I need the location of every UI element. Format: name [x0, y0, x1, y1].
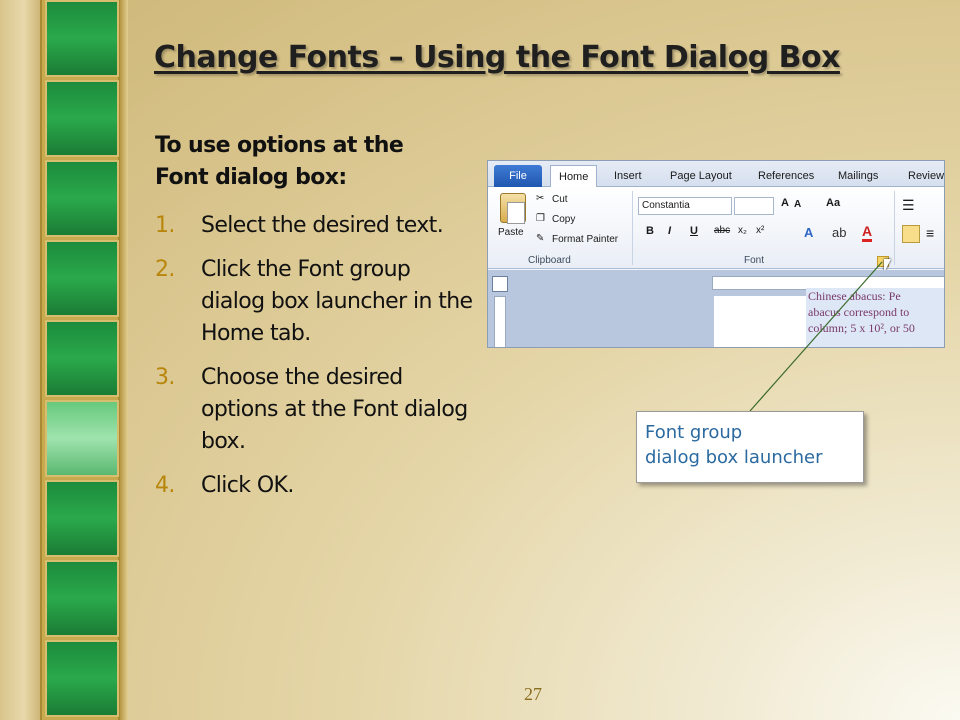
strip-edge [120, 0, 128, 720]
scissors-icon: ✂ [536, 193, 545, 204]
cut-label: Cut [552, 193, 568, 205]
lead-text: To use options at the Font dialog box: [155, 133, 404, 190]
step-number: 1. [155, 213, 175, 238]
copy-button[interactable]: ❐ Copy [536, 213, 575, 225]
font-color-icon[interactable]: A [862, 223, 873, 242]
paste-label: Paste [498, 227, 524, 238]
step-item: 3. Choose the desired options at the Font… [155, 362, 475, 458]
clipboard-group-label: Clipboard [528, 255, 571, 266]
brush-icon: ✎ [536, 233, 545, 244]
tab-page-layout[interactable]: Page Layout [662, 165, 740, 187]
decorative-film-strip [40, 0, 120, 720]
strip-cell [45, 160, 119, 237]
copy-icon: ❐ [536, 213, 545, 224]
ribbon-tab-bar: File Home Insert Page Layout References … [488, 161, 944, 187]
tab-home[interactable]: Home [550, 165, 598, 187]
document-text[interactable]: Chinese abacus: Pe abacus correspond to … [806, 288, 944, 347]
font-name-select[interactable]: Constantia [638, 197, 732, 215]
step-number: 4. [155, 473, 175, 498]
format-painter-button[interactable]: ✎ Format Painter [536, 233, 618, 245]
document-line: Chinese abacus: Pe [808, 289, 901, 303]
shrink-font-button[interactable]: A [794, 199, 801, 210]
slide-number: 27 [524, 684, 542, 704]
callout-box: Font group dialog box launcher [636, 411, 864, 483]
tab-insert[interactable]: Insert [606, 165, 650, 187]
slide-title: Change Fonts – Using the Font Dialog Box [154, 40, 840, 75]
bullets-icon[interactable]: ☰ [902, 197, 915, 214]
font-size-select[interactable] [734, 197, 774, 215]
clipboard-icon[interactable] [500, 193, 526, 224]
paste-button[interactable]: Paste [498, 227, 524, 238]
step-number: 3. [155, 365, 175, 390]
step-text: Click OK. [201, 473, 294, 498]
tab-file[interactable]: File [494, 165, 542, 187]
step-text: Select the desired text. [201, 213, 444, 238]
subscript-button[interactable]: x₂ [738, 225, 747, 236]
highlight-icon[interactable]: ab [832, 225, 846, 240]
strip-cell [45, 0, 119, 77]
group-divider [894, 191, 895, 265]
strip-cell [45, 80, 119, 157]
callout-line-1: Font group [645, 422, 743, 443]
ribbon-screenshot: File Home Insert Page Layout References … [487, 160, 945, 348]
vertical-ruler[interactable] [494, 296, 506, 347]
strip-cell [45, 560, 119, 637]
align-center-icon[interactable]: ≡ [926, 225, 934, 241]
tab-references[interactable]: References [750, 165, 822, 187]
step-item: 4. Click OK. [155, 470, 475, 502]
tab-review[interactable]: Review [900, 165, 944, 187]
strip-cell-highlight [45, 400, 119, 477]
callout-line-2: dialog box launcher [645, 447, 823, 468]
strip-cell [45, 320, 119, 397]
cut-button[interactable]: ✂ Cut [536, 193, 568, 205]
step-item: 2. Click the Font group dialog box launch… [155, 254, 475, 350]
step-text: Choose the desired options at the Font d… [201, 365, 468, 454]
underline-button[interactable]: U [690, 225, 698, 237]
document-line: abacus correspond to [808, 305, 910, 319]
document-page[interactable] [714, 296, 810, 347]
change-case-button[interactable]: Aa [826, 197, 840, 209]
group-divider [632, 191, 633, 265]
grow-font-button[interactable]: A [781, 197, 789, 209]
strikethrough-button[interactable]: abc [714, 225, 730, 236]
copy-label: Copy [552, 213, 576, 225]
step-item: 1. Select the desired text. [155, 210, 475, 242]
bold-button[interactable]: B [646, 225, 654, 237]
steps-list: 1. Select the desired text. 2. Click the F… [155, 210, 475, 514]
ribbon-groups: Paste ✂ Cut ❐ Copy ✎ Format Painter Clipboa… [488, 187, 944, 273]
tab-selector-button[interactable] [492, 276, 508, 292]
format-painter-label: Format Painter [552, 233, 619, 245]
strip-cell [45, 480, 119, 557]
italic-button[interactable]: I [668, 225, 671, 237]
callout-pointer-line [749, 261, 883, 412]
font-group-label: Font [744, 255, 765, 266]
step-number: 2. [155, 257, 175, 282]
text-effects-icon[interactable]: A [804, 225, 813, 240]
align-left-button[interactable] [902, 225, 920, 243]
superscript-button[interactable]: x² [756, 225, 764, 236]
strip-cell [45, 240, 119, 317]
strip-cell [45, 640, 119, 717]
left-background [0, 0, 40, 720]
document-line: column; 5 x 10², or 50 [808, 321, 915, 335]
document-area: Chinese abacus: Pe abacus correspond to … [488, 270, 944, 347]
step-text: Click the Font group dialog box launcher… [201, 257, 473, 346]
tab-mailings[interactable]: Mailings [830, 165, 886, 187]
